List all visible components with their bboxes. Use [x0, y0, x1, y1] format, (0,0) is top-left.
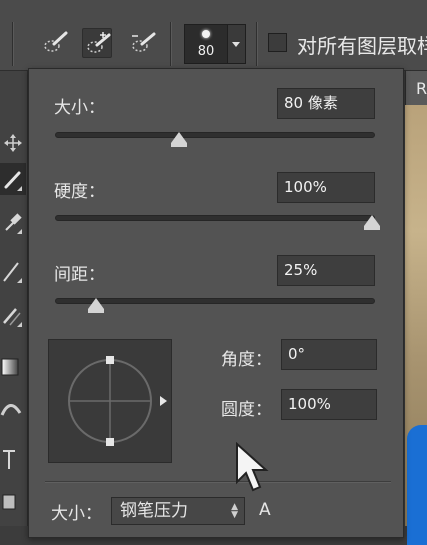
document-tab-label: R [416, 79, 427, 98]
type-icon [3, 450, 15, 469]
arrow-cursor-icon [236, 442, 269, 492]
tools-panel [0, 71, 28, 526]
smudge-tool[interactable] [0, 393, 26, 425]
gradient-icon [1, 358, 19, 376]
spacing-slider-thumb[interactable] [87, 298, 104, 313]
angle-label: 角度： [221, 350, 272, 370]
options-separator [12, 22, 14, 66]
tool-flyout-indicator [17, 322, 22, 327]
add-quick-selection-icon [87, 32, 111, 53]
move-tool[interactable] [0, 127, 26, 159]
tool-flyout-indicator [17, 186, 22, 191]
eyedropper-tool[interactable] [0, 206, 26, 238]
document-tab[interactable]: R [405, 71, 427, 105]
sample-all-layers-label: 对所有图层取样 [297, 34, 427, 58]
pen-icon [3, 262, 19, 282]
options-separator [256, 22, 258, 66]
pen-tool[interactable] [0, 255, 26, 287]
gradient-tool[interactable] [0, 351, 26, 383]
angle-roundness-widget[interactable] [48, 339, 172, 463]
subtract-from-selection-mode-button[interactable] [128, 28, 158, 58]
shape-tool[interactable] [0, 487, 26, 519]
new-selection-mode-button[interactable] [40, 28, 70, 58]
tool-flyout-indicator [17, 278, 22, 283]
roundness-value-field[interactable]: 100% [281, 389, 377, 420]
brush-icon [4, 171, 21, 189]
tool-flyout-indicator [17, 229, 22, 234]
spacing-label: 间距： [54, 265, 105, 285]
smudge-icon [0, 404, 22, 416]
size-value-field[interactable]: 80 像素 [277, 88, 375, 119]
brush-tip-circle-icon [68, 356, 167, 446]
size-label: 大小： [54, 98, 105, 118]
canvas-image-region [407, 425, 427, 545]
spacing-value-field[interactable]: 25% [277, 255, 375, 286]
size-slider-thumb[interactable] [171, 132, 188, 147]
brush-tip-dot [202, 30, 210, 38]
size-control-value: 钢笔压力 [120, 501, 188, 521]
spacing-slider[interactable] [55, 298, 375, 313]
hardness-value-field[interactable]: 100% [277, 172, 375, 203]
eyedropper-icon [5, 213, 22, 231]
hardness-label: 硬度： [54, 182, 105, 202]
size-slider[interactable] [55, 132, 375, 147]
brush-size-readout: 80 [197, 44, 215, 59]
type-tool[interactable] [0, 443, 26, 475]
clone-icon [3, 308, 21, 326]
panel-divider [45, 481, 391, 483]
options-separator [170, 22, 172, 66]
clone-stamp-tool[interactable] [0, 299, 26, 331]
pressure-toggle[interactable]: A [259, 500, 271, 520]
quick-selection-icon [44, 31, 68, 52]
brush-tool[interactable] [0, 163, 26, 195]
select-arrows-icon: ▲ ▼ [231, 502, 238, 520]
hardness-slider-thumb[interactable] [364, 215, 380, 230]
roundness-label: 圆度： [221, 400, 272, 420]
size-control-select[interactable]: 钢笔压力 ▲ ▼ [111, 497, 245, 525]
document-canvas[interactable] [405, 105, 427, 545]
options-bar: 80 对所有图层取样 [0, 0, 427, 71]
size-control-label: 大小： [51, 504, 102, 524]
hardness-slider[interactable] [55, 215, 380, 230]
brush-preset-dropdown-button[interactable] [228, 24, 246, 64]
brush-preset-picker[interactable]: 80 [184, 24, 228, 64]
sample-all-layers-checkbox[interactable] [268, 33, 287, 52]
rectangle-icon [2, 494, 16, 510]
brush-settings-popup: 大小： 80 像素 硬度： 100% 间距： 25% 角度： 0° 圆度： 10… [28, 68, 404, 538]
angle-value-field[interactable]: 0° [281, 339, 377, 370]
move-icon [4, 134, 22, 152]
add-to-selection-mode-button[interactable] [82, 28, 112, 58]
subtract-quick-selection-icon [132, 32, 156, 52]
